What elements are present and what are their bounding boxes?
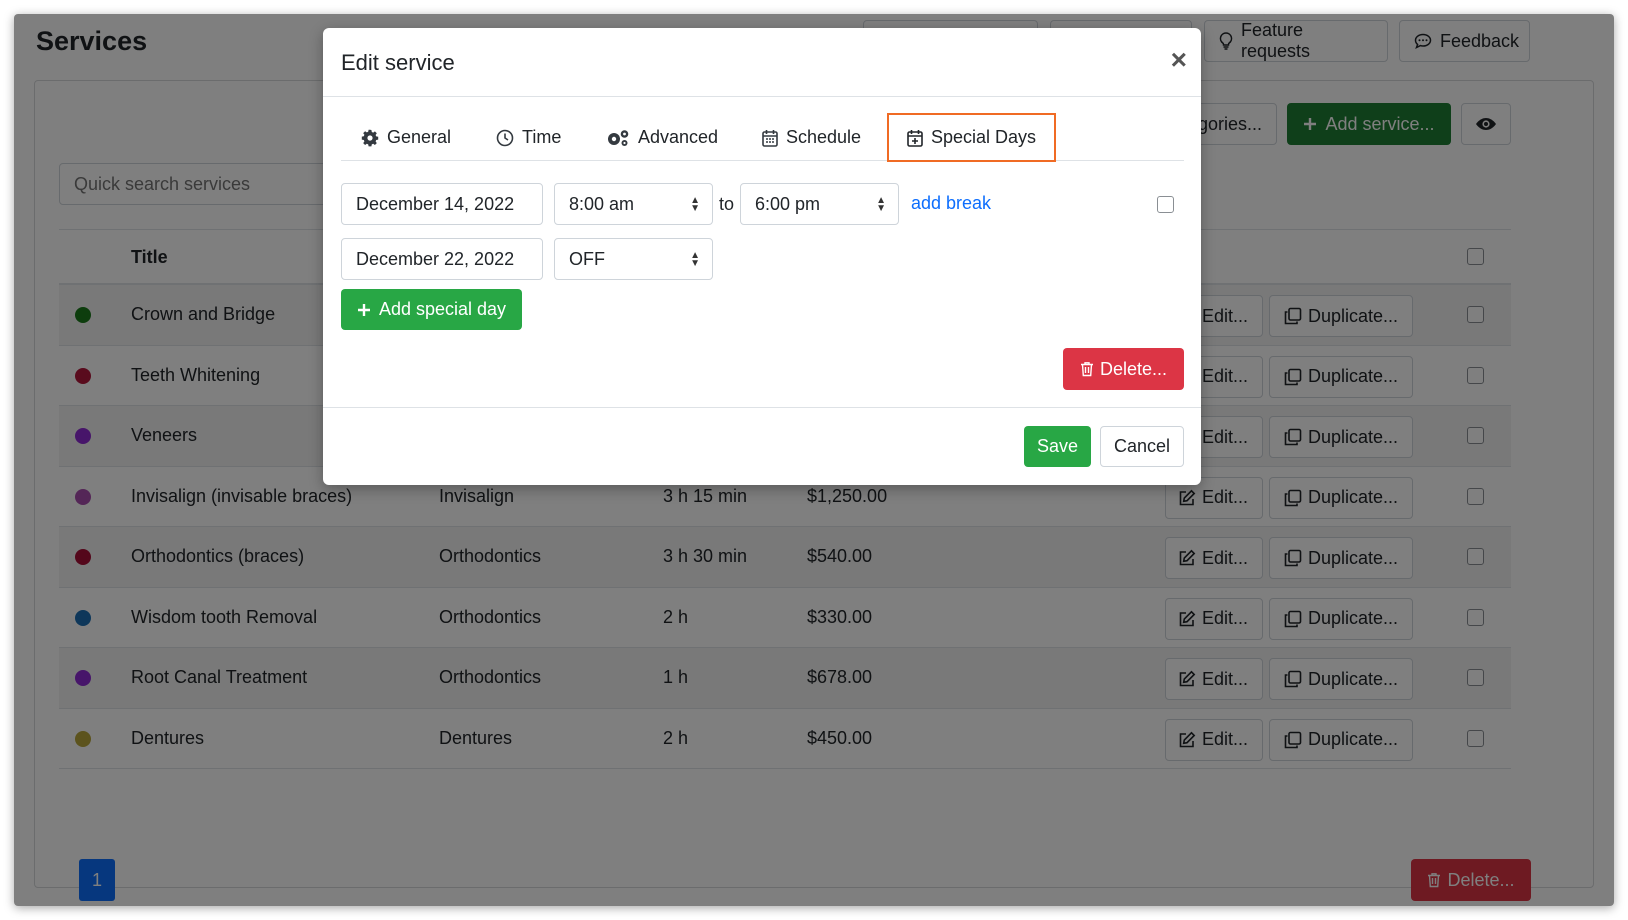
add-special-day-label: Add special day [378, 299, 507, 319]
clock-icon [496, 129, 514, 147]
modal-tabs: General Time Advanced Schedule Special D… [341, 113, 1184, 162]
calendar-plus-icon [907, 129, 923, 147]
tab-schedule[interactable]: Schedule [762, 114, 861, 161]
select-arrows-icon: ▲ ▼ [690, 250, 700, 269]
calendar-icon [762, 129, 778, 147]
special-day-date-input[interactable]: December 14, 2022 [341, 183, 543, 225]
gear-icon [361, 129, 379, 147]
tab-time[interactable]: Time [496, 114, 561, 161]
tab-general[interactable]: General [361, 114, 451, 161]
special-day-date-input[interactable]: December 22, 2022 [341, 238, 543, 280]
trash-icon [1080, 361, 1094, 377]
start-time-value: 8:00 am [569, 193, 635, 214]
to-label: to [719, 194, 735, 214]
delete-special-days-button[interactable]: Delete... [1063, 348, 1184, 390]
modal-title: Edit service [341, 50, 455, 75]
plus-icon [357, 303, 371, 317]
modal-footer: Save Cancel [323, 407, 1201, 485]
save-button[interactable]: Save [1024, 426, 1091, 467]
special-day-date-value: December 14, 2022 [356, 193, 515, 214]
tab-advanced-label: Advanced [638, 127, 719, 147]
select-arrows-icon: ▲ ▼ [876, 195, 886, 214]
tab-special-days-label: Special Days [931, 127, 1037, 147]
tab-schedule-label: Schedule [786, 127, 862, 147]
start-time-value: OFF [569, 248, 605, 269]
modal-header: Edit service × [323, 28, 1201, 97]
cancel-button[interactable]: Cancel [1100, 426, 1184, 467]
end-time-value: 6:00 pm [755, 193, 821, 214]
select-arrows-icon: ▲ ▼ [690, 195, 700, 214]
add-special-day-button[interactable]: Add special day [341, 289, 522, 330]
tab-general-label: General [387, 127, 452, 147]
start-time-select[interactable]: OFF ▲ ▼ [554, 238, 713, 280]
tab-time-label: Time [522, 127, 562, 147]
special-day-date-value: December 22, 2022 [356, 248, 515, 269]
close-icon[interactable]: × [1171, 46, 1187, 74]
special-day-checkbox[interactable] [1157, 196, 1174, 213]
end-time-select[interactable]: 6:00 pm ▲ ▼ [740, 183, 899, 225]
delete-label: Delete... [1099, 358, 1168, 379]
gears-icon [606, 129, 630, 147]
add-break-link[interactable]: add break [911, 193, 991, 214]
edit-service-modal: Edit service × General Time Advanced Sch… [323, 28, 1201, 485]
tab-advanced[interactable]: Advanced [606, 114, 718, 161]
tab-special-days[interactable]: Special Days [887, 113, 1057, 162]
start-time-select[interactable]: 8:00 am ▲ ▼ [554, 183, 713, 225]
